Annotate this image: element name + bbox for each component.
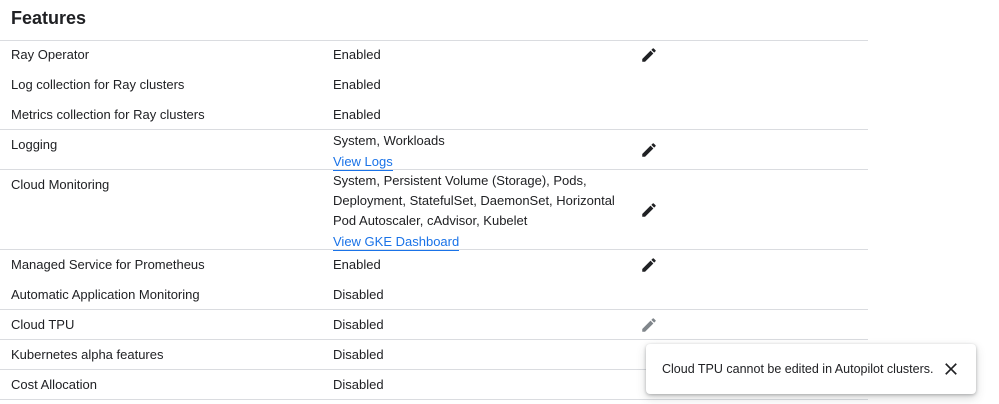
- edit-cloud-monitoring-button[interactable]: [639, 200, 659, 220]
- edit-pencil-icon: [642, 258, 656, 272]
- row-label-cloud-tpu: Cloud TPU: [11, 317, 75, 332]
- edit-managed-prometheus-button[interactable]: [639, 255, 659, 275]
- row-label-ray-operator: Ray Operator: [11, 47, 90, 62]
- divider: [0, 339, 868, 340]
- row-value-cloud-monitoring-line2: Deployment, StatefulSet, DaemonSet, Hori…: [333, 193, 615, 208]
- row-label-metrics-collection: Metrics collection for Ray clusters: [11, 107, 205, 122]
- edit-cloud-tpu-button[interactable]: [639, 315, 659, 335]
- divider: [0, 40, 868, 41]
- row-value-logging: System, Workloads: [333, 133, 445, 148]
- row-value-cost-allocation: Disabled: [333, 377, 384, 392]
- row-value-cloud-tpu: Disabled: [333, 317, 384, 332]
- row-label-managed-prometheus: Managed Service for Prometheus: [11, 257, 205, 272]
- row-value-k8s-alpha: Disabled: [333, 347, 384, 362]
- row-value-cloud-monitoring-line1: System, Persistent Volume (Storage), Pod…: [333, 173, 587, 188]
- row-label-log-collection: Log collection for Ray clusters: [11, 77, 185, 92]
- row-value-auto-app-monitoring: Disabled: [333, 287, 384, 302]
- page-title: Features: [11, 8, 87, 28]
- row-label-cost-allocation: Cost Allocation: [11, 377, 97, 392]
- snackbar-toast: Cloud TPU cannot be edited in Autopilot …: [646, 344, 976, 394]
- snackbar-close-button[interactable]: [933, 351, 969, 387]
- edit-ray-operator-button[interactable]: [639, 45, 659, 65]
- edit-logging-button[interactable]: [639, 140, 659, 160]
- row-value-log-collection: Enabled: [333, 77, 381, 92]
- close-icon: [945, 363, 958, 375]
- edit-pencil-icon: [642, 318, 656, 332]
- divider: [0, 169, 868, 170]
- row-label-logging: Logging: [11, 137, 58, 152]
- divider: [0, 249, 868, 250]
- row-value-managed-prometheus: Enabled: [333, 257, 381, 272]
- snackbar-message: Cloud TPU cannot be edited in Autopilot …: [662, 362, 934, 376]
- divider: [0, 309, 868, 310]
- divider: [0, 399, 868, 400]
- edit-pencil-icon: [642, 143, 656, 157]
- row-value-metrics-collection: Enabled: [333, 107, 381, 122]
- row-label-cloud-monitoring: Cloud Monitoring: [11, 177, 110, 192]
- divider: [0, 129, 868, 130]
- row-label-k8s-alpha: Kubernetes alpha features: [11, 347, 164, 362]
- row-value-ray-operator: Enabled: [333, 47, 381, 62]
- edit-pencil-icon: [642, 48, 656, 62]
- row-value-cloud-monitoring-line3: Pod Autoscaler, cAdvisor, Kubelet: [333, 213, 528, 228]
- edit-pencil-icon: [642, 203, 656, 217]
- row-label-auto-app-monitoring: Automatic Application Monitoring: [11, 287, 200, 302]
